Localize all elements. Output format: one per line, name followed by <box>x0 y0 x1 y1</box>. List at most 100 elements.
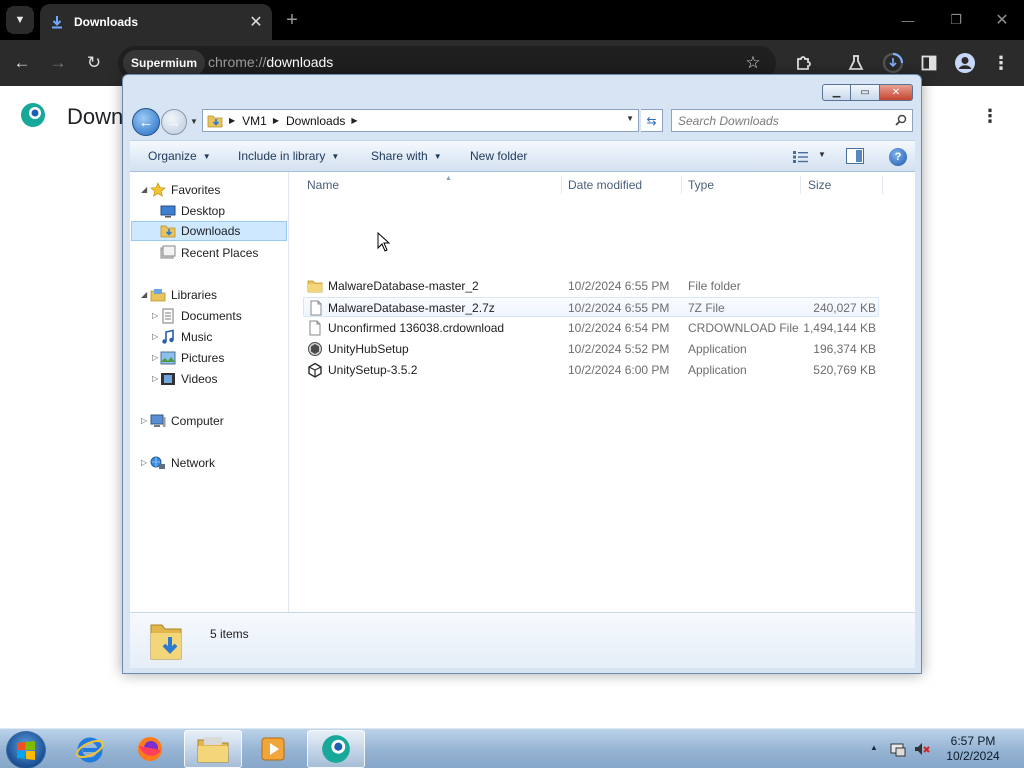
column-header-type[interactable]: Type <box>688 175 798 195</box>
column-header-date-modified[interactable]: Date modified <box>568 175 678 195</box>
collapsed-arrow-icon[interactable]: ▷ <box>141 458 147 467</box>
minimize-button[interactable]: ▁ <box>822 84 851 101</box>
change-view-icon[interactable] <box>792 150 810 164</box>
include-in-library-button[interactable]: Include in library ▼ <box>238 149 339 163</box>
window-caption-buttons: ▁ ▭ ✕ <box>822 84 913 101</box>
recent-pages-dropdown[interactable]: ▼ <box>189 115 199 127</box>
new-tab-button[interactable]: + <box>280 8 304 32</box>
nav-item-computer[interactable]: Computer <box>150 411 280 431</box>
nav-item-recent-places[interactable]: Recent Places <box>160 243 285 263</box>
nav-item-network[interactable]: Network <box>150 453 280 473</box>
preview-pane-icon[interactable] <box>846 148 864 164</box>
minimize-icon[interactable]: — <box>894 8 922 32</box>
taskbar-firefox[interactable] <box>121 730 179 768</box>
column-header-size[interactable]: Size <box>808 175 878 195</box>
bookmark-star-icon[interactable]: ☆ <box>742 52 764 74</box>
breadcrumb-arrow-icon[interactable]: ▶ <box>351 116 357 125</box>
column-separator[interactable] <box>681 176 682 194</box>
expanded-arrow-icon[interactable]: ◢ <box>141 185 147 194</box>
file-type: CRDOWNLOAD File <box>688 321 799 335</box>
downloads-folder-icon <box>160 225 176 238</box>
search-icon[interactable] <box>895 114 907 126</box>
view-options-dropdown-icon[interactable]: ▼ <box>818 150 826 159</box>
breadcrumb-vm1[interactable]: VM1 <box>242 114 267 128</box>
forward-button[interactable]: → <box>161 109 187 135</box>
file-type: Application <box>688 363 747 377</box>
search-input[interactable] <box>678 113 888 128</box>
explorer-address-bar[interactable]: ▶ VM1 ▶ Downloads ▶ ▼ <box>202 109 639 132</box>
share-with-button[interactable]: Share with ▼ <box>371 149 442 163</box>
column-separator[interactable] <box>561 176 562 194</box>
column-header-name[interactable]: Name ▲ <box>307 175 563 195</box>
nav-item-favorites[interactable]: Favorites <box>150 180 280 200</box>
file-row[interactable]: Unconfirmed 136038.crdownload 10/2/2024 … <box>303 318 879 338</box>
volume-muted-icon[interactable] <box>914 741 930 757</box>
file-row[interactable]: UnityHubSetup 10/2/2024 5:52 PM Applicat… <box>303 339 879 359</box>
url-text[interactable]: chrome://downloads <box>208 54 333 70</box>
help-icon[interactable]: ? <box>889 148 907 166</box>
address-dropdown-icon[interactable]: ▼ <box>626 114 634 123</box>
nav-item-libraries[interactable]: Libraries <box>150 285 280 305</box>
breadcrumb-arrow-icon[interactable]: ▶ <box>273 116 279 125</box>
collapsed-arrow-icon[interactable]: ▷ <box>152 353 158 362</box>
labs-flask-icon[interactable] <box>843 50 869 76</box>
start-button[interactable] <box>6 731 46 768</box>
side-panel-icon[interactable] <box>916 50 942 76</box>
nav-item-videos[interactable]: Videos <box>160 369 285 389</box>
reload-icon[interactable]: ↻ <box>81 50 107 76</box>
refresh-icon[interactable]: ⇆ <box>641 109 663 132</box>
network-icon <box>150 456 165 469</box>
extensions-icon[interactable] <box>791 50 817 76</box>
taskbar-internet-explorer[interactable] <box>61 730 119 768</box>
site-chip[interactable]: Supermium <box>123 50 206 76</box>
taskbar-supermium[interactable] <box>307 730 365 768</box>
collapsed-arrow-icon[interactable]: ▷ <box>152 374 158 383</box>
column-separator[interactable] <box>800 176 801 194</box>
maximize-button[interactable]: ▭ <box>851 84 880 101</box>
download-progress-icon[interactable] <box>880 50 906 76</box>
search-box[interactable] <box>671 109 913 132</box>
breadcrumb-downloads[interactable]: Downloads <box>286 114 345 128</box>
file-row[interactable]: MalwareDatabase-master_2.7z 10/2/2024 6:… <box>303 297 879 317</box>
desktop-icon <box>160 205 176 218</box>
restore-icon[interactable]: ❐ <box>942 8 970 32</box>
close-icon[interactable]: ✕ <box>246 12 266 32</box>
system-clock[interactable]: 6:57 PM 10/2/2024 <box>940 734 1006 764</box>
back-arrow-icon[interactable]: ← <box>9 50 35 76</box>
close-button[interactable]: ✕ <box>880 84 913 101</box>
expanded-arrow-icon[interactable]: ◢ <box>141 290 147 299</box>
action-center-flag-icon[interactable] <box>890 741 906 757</box>
file-type: Application <box>688 342 747 356</box>
nav-item-documents[interactable]: Documents <box>160 306 285 326</box>
organize-button[interactable]: Organize ▼ <box>148 149 211 163</box>
profile-avatar-icon[interactable] <box>952 50 978 76</box>
close-window-icon[interactable]: ✕ <box>988 8 1016 32</box>
url-host: downloads <box>266 54 334 70</box>
tab-search-button[interactable]: ▼ <box>6 6 34 34</box>
column-separator[interactable] <box>882 176 883 194</box>
show-hidden-icons-arrow[interactable]: ▲ <box>870 743 878 752</box>
collapsed-arrow-icon[interactable]: ▷ <box>152 311 158 320</box>
chrome-menu-icon[interactable]: ⋮ <box>988 50 1014 76</box>
breadcrumb-arrow-icon[interactable]: ▶ <box>229 116 235 125</box>
file-row[interactable]: MalwareDatabase-master_2 10/2/2024 6:55 … <box>303 276 879 296</box>
clock-date: 10/2/2024 <box>946 749 1000 763</box>
back-button[interactable]: ← <box>132 108 160 136</box>
collapsed-arrow-icon[interactable]: ▷ <box>152 332 158 341</box>
taskbar-windows-explorer[interactable] <box>184 730 242 768</box>
pictures-icon <box>160 351 176 365</box>
nav-item-music[interactable]: Music <box>160 327 285 347</box>
nav-item-pictures[interactable]: Pictures <box>160 348 285 368</box>
collapsed-arrow-icon[interactable]: ▷ <box>141 416 147 425</box>
music-icon <box>162 329 174 344</box>
nav-label: Documents <box>181 309 242 323</box>
nav-item-downloads[interactable]: Downloads <box>131 221 287 241</box>
new-folder-button[interactable]: New folder <box>470 149 527 163</box>
tab-downloads[interactable]: Downloads ✕ <box>40 4 272 40</box>
page-menu-icon[interactable]: ⋮ <box>980 104 1000 128</box>
forward-arrow-icon[interactable]: → <box>45 50 71 76</box>
taskbar-media-player[interactable] <box>244 730 302 768</box>
nav-item-desktop[interactable]: Desktop <box>160 201 285 221</box>
file-row[interactable]: UnitySetup-3.5.2 10/2/2024 6:00 PM Appli… <box>303 360 879 380</box>
chevron-down-icon: ▼ <box>433 151 442 161</box>
